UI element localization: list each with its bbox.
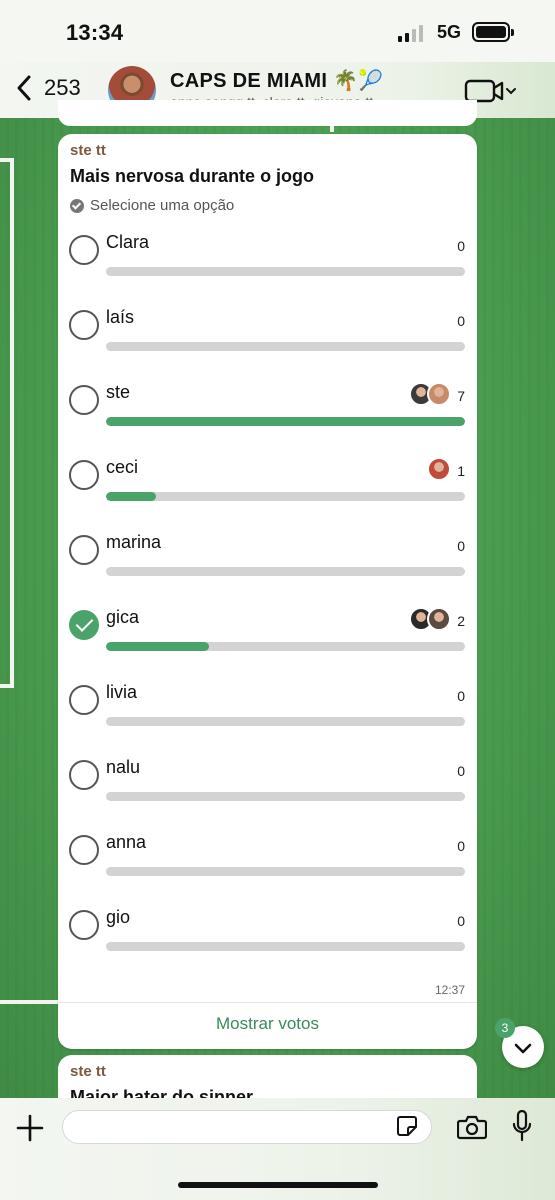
message-input[interactable] — [62, 1110, 432, 1144]
poll-option[interactable]: nalu 0 — [58, 757, 477, 835]
network-label: 5G — [437, 22, 462, 42]
radio-icon[interactable] — [69, 685, 99, 715]
radio-checked-icon[interactable] — [69, 610, 99, 640]
show-votes-button[interactable]: Mostrar votos — [58, 1014, 477, 1034]
vote-bar — [106, 492, 465, 501]
poll-option-label: marina — [106, 532, 162, 552]
vote-bar — [106, 342, 465, 351]
voter-avatars[interactable] — [409, 607, 451, 631]
poll-option[interactable]: marina 0 — [58, 532, 477, 610]
field-line — [0, 158, 14, 688]
vote-count: 0 — [457, 313, 465, 329]
poll-option-label: ceci — [106, 457, 139, 477]
vote-count: 0 — [457, 238, 465, 254]
poll-option-label: anna — [106, 832, 147, 852]
radio-icon[interactable] — [69, 235, 99, 265]
poll-option[interactable]: gio 0 — [58, 907, 477, 985]
vote-count: 1 — [457, 463, 465, 479]
check-circle-icon — [70, 198, 84, 213]
radio-icon[interactable] — [69, 760, 99, 790]
radio-icon[interactable] — [69, 835, 99, 865]
sticker-icon[interactable] — [396, 1115, 418, 1137]
battery-icon — [472, 22, 514, 42]
home-indicator — [178, 1182, 378, 1188]
plus-icon[interactable] — [16, 1114, 44, 1142]
voter-avatar — [427, 382, 451, 406]
vote-count: 0 — [457, 688, 465, 704]
vote-count: 7 — [457, 388, 465, 404]
poll-message: ste tt Mais nervosa durante o jogo Selec… — [58, 134, 477, 1049]
poll-option[interactable]: gica 2 — [58, 607, 477, 685]
poll-option[interactable]: Clara 0 — [58, 232, 477, 310]
vote-bar-fill — [106, 492, 157, 501]
vote-bar-fill — [106, 417, 465, 426]
message-time: 12:37 — [434, 983, 465, 997]
vote-bar-fill — [106, 642, 209, 651]
poll-hint: Selecione uma opção — [70, 197, 234, 214]
poll-option[interactable]: anna 0 — [58, 832, 477, 910]
chevron-down-icon — [514, 1043, 532, 1054]
radio-icon[interactable] — [69, 310, 99, 340]
vote-bar — [106, 867, 465, 876]
poll-option-label: Clara — [106, 232, 150, 252]
status-bar: 13:34 5G — [0, 0, 555, 62]
vote-count: 0 — [457, 763, 465, 779]
poll-option[interactable]: ceci 1 — [58, 457, 477, 535]
microphone-icon[interactable] — [512, 1110, 532, 1142]
vote-bar — [106, 642, 465, 651]
vote-count: 2 — [457, 613, 465, 629]
camera-icon[interactable] — [457, 1114, 487, 1140]
vote-bar — [106, 942, 465, 951]
voter-avatar — [427, 607, 451, 631]
poll-sender[interactable]: ste tt — [70, 142, 106, 159]
poll-option-label: nalu — [106, 757, 141, 777]
group-name[interactable]: CAPS DE MIAMI 🌴🎾 — [170, 68, 384, 93]
poll-question: Mais nervosa durante o jogo — [70, 166, 315, 186]
vote-count: 0 — [457, 913, 465, 929]
vote-bar — [106, 717, 465, 726]
vote-bar — [106, 792, 465, 801]
poll-option-label: livia — [106, 682, 138, 702]
poll-option[interactable]: ste 7 — [58, 382, 477, 460]
previous-message — [58, 100, 477, 126]
poll-hint-text: Selecione uma opção — [90, 197, 235, 214]
poll-option-label: gio — [106, 907, 131, 927]
radio-icon[interactable] — [69, 535, 99, 565]
radio-icon[interactable] — [69, 385, 99, 415]
back-button[interactable]: 253 — [14, 74, 81, 102]
message-composer — [0, 1098, 555, 1200]
vote-count: 0 — [457, 538, 465, 554]
voter-avatars[interactable] — [409, 382, 451, 406]
voter-avatars[interactable] — [427, 457, 451, 481]
vote-bar — [106, 567, 465, 576]
voter-avatar — [427, 457, 451, 481]
signal-icon — [398, 24, 423, 42]
vote-bar — [106, 267, 465, 276]
poll-option[interactable]: laís 0 — [58, 307, 477, 385]
poll-option[interactable]: livia 0 — [58, 682, 477, 760]
unread-badge: 3 — [495, 1018, 515, 1038]
status-time: 13:34 — [66, 20, 124, 45]
vote-bar — [106, 417, 465, 426]
field-line — [0, 1000, 60, 1004]
poll-option-label: laís — [106, 307, 135, 327]
radio-icon[interactable] — [69, 460, 99, 490]
unread-count: 253 — [44, 75, 81, 100]
next-sender[interactable]: ste tt — [70, 1063, 106, 1080]
chevron-left-icon — [17, 75, 31, 101]
divider — [58, 1002, 477, 1003]
poll-option-label: gica — [106, 607, 140, 627]
poll-option-label: ste — [106, 382, 131, 402]
vote-count: 0 — [457, 838, 465, 854]
radio-icon[interactable] — [69, 910, 99, 940]
